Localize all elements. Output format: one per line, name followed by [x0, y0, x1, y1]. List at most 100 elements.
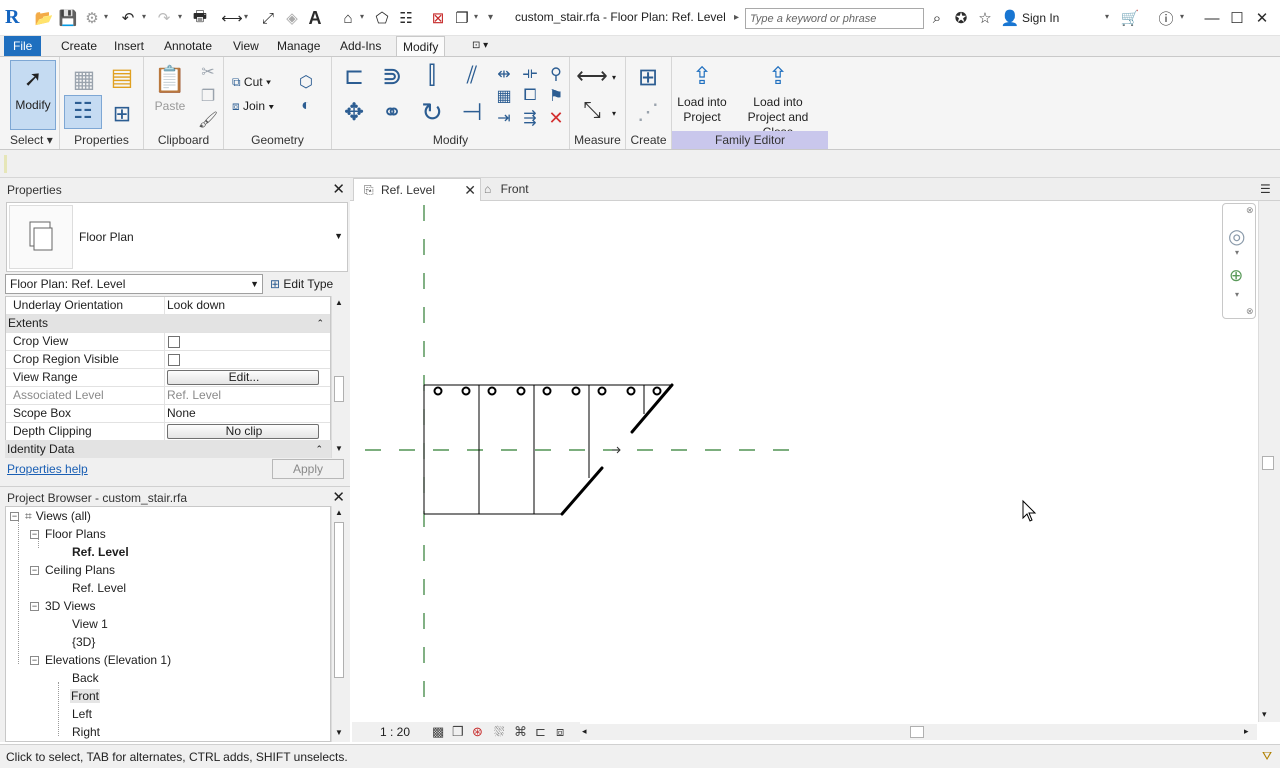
tab-create[interactable]: Create [55, 36, 103, 56]
view-instance-select[interactable]: Floor Plan: Ref. Level ▼ [5, 274, 263, 294]
mirror-axis-icon[interactable]: ⫿ [416, 61, 448, 91]
scroll-up-icon[interactable]: ▲ [335, 298, 343, 307]
close-icon[interactable]: ⊗ [1246, 205, 1254, 216]
copy-icon[interactable]: ❐ [196, 85, 220, 107]
copy-element-icon[interactable]: ⚭ [376, 97, 408, 127]
close-hidden-icon[interactable]: ⊠ [428, 8, 448, 28]
shadows-icon[interactable]: ⛆ [494, 724, 504, 740]
close-icon[interactable]: ✕ [1252, 8, 1272, 28]
scroll-down-icon[interactable]: ▾ [1262, 709, 1267, 720]
scroll-thumb[interactable] [910, 726, 924, 738]
align-icon[interactable]: ⊏ [338, 61, 370, 91]
canvas-vertical-scrollbar[interactable] [1258, 201, 1280, 722]
pin-icon[interactable]: ⚑ [544, 85, 568, 107]
collapse-icon[interactable]: − [10, 512, 19, 521]
scroll-thumb[interactable] [334, 522, 344, 678]
chevron-down-icon[interactable]: ▾ [1180, 12, 1184, 21]
unpin-icon[interactable]: ⚲ [544, 63, 568, 85]
collapse-icon[interactable]: ⌃ [316, 315, 324, 332]
collapse-icon[interactable]: − [30, 530, 39, 539]
chevron-down-icon[interactable]: ▾ [178, 12, 182, 21]
properties-button[interactable]: ☷ [64, 95, 102, 129]
chevron-down-icon[interactable]: ▾ [474, 12, 478, 21]
tag-icon[interactable]: ◈ [282, 8, 302, 28]
chevron-down-icon[interactable]: ▾ [142, 12, 146, 21]
redo-icon[interactable]: ↷ [154, 8, 174, 28]
chevron-down-icon[interactable]: ▾ [244, 12, 248, 21]
scroll-down-icon[interactable]: ▼ [335, 728, 343, 737]
drawing-canvas[interactable] [352, 201, 1259, 720]
prop-group-identity[interactable]: Identity Data ⌃ [5, 440, 331, 458]
thin-lines-icon[interactable]: ☷ [396, 8, 416, 28]
tree-node-back[interactable]: Back [72, 669, 99, 687]
chevron-down-icon[interactable]: ▾ [1105, 12, 1109, 21]
cart-icon[interactable]: 🛒 [1120, 8, 1140, 28]
sun-path-icon[interactable]: ⊛ [472, 724, 483, 740]
match-properties-icon[interactable]: 🖌 [196, 109, 220, 131]
move-icon[interactable]: ✥ [338, 97, 370, 127]
split-face-icon[interactable]: ◐ [294, 95, 318, 117]
close-icon[interactable]: ✕ [332, 179, 345, 201]
steering-wheel-icon[interactable]: ◎ [1228, 224, 1245, 249]
temp-hide-icon[interactable]: ⧈ [556, 724, 564, 740]
tree-node-ceiling-plan-ref-level[interactable]: Ref. Level [72, 579, 126, 597]
delete-icon[interactable]: ✕ [544, 107, 568, 129]
aligned-dimension-icon[interactable]: ⤢ [258, 8, 278, 28]
dimension-icon[interactable]: ⤡ [576, 97, 608, 122]
subscription-icon[interactable]: ✪ [951, 8, 971, 28]
array-icon[interactable]: ▦ [492, 85, 516, 107]
tree-node-elevations[interactable]: − Elevations (Elevation 1) [30, 651, 171, 669]
trim-single-icon[interactable]: ⇥ [492, 107, 516, 129]
collapse-icon[interactable]: − [30, 656, 39, 665]
apply-button[interactable]: Apply [272, 459, 344, 479]
undo-icon[interactable]: ↶ [118, 8, 138, 28]
view-range-edit-button[interactable]: Edit... [167, 370, 319, 385]
scroll-left-icon[interactable]: ◂ [582, 726, 587, 737]
tree-node-views[interactable]: − ⌗ Views (all) [10, 507, 91, 525]
open-icon[interactable]: 📂 [34, 8, 54, 28]
tab-modify[interactable]: Modify [396, 36, 446, 56]
scroll-down-icon[interactable]: ▼ [335, 444, 343, 453]
ribbon-toggle-icon[interactable]: ⊡ ▾ [466, 36, 494, 56]
switch-windows-icon[interactable]: ❐ [452, 8, 472, 28]
family-category-icon[interactable]: ▤ [106, 61, 138, 93]
tree-node-right[interactable]: Right [72, 723, 100, 741]
tree-node-view-1[interactable]: View 1 [72, 615, 108, 633]
chevron-down-icon[interactable]: ▼ [334, 231, 343, 241]
tab-manage[interactable]: Manage [271, 36, 326, 56]
prop-value[interactable]: Look down [164, 297, 318, 315]
save-icon[interactable]: 💾 [58, 8, 78, 28]
scroll-up-icon[interactable]: ▲ [335, 508, 343, 517]
properties-scrollbar[interactable]: ▲ ▼ [331, 296, 346, 458]
tab-add-ins[interactable]: Add-Ins [334, 36, 387, 56]
settings-icon[interactable]: ⊗ [1246, 306, 1254, 317]
chevron-right-icon[interactable]: ▸ [734, 12, 739, 23]
measure-icon[interactable]: ⟷ [221, 8, 243, 28]
maximize-icon[interactable]: ☐ [1227, 8, 1247, 28]
join-button[interactable]: ⧈ Join ▾ [232, 99, 274, 114]
tab-view[interactable]: View [227, 36, 265, 56]
collapse-icon[interactable]: − [30, 566, 39, 575]
type-properties-icon[interactable]: ⊞ [106, 99, 138, 129]
select-dropdown[interactable]: Select ▾ [0, 131, 59, 149]
mirror-draw-icon[interactable]: ⫽ [456, 61, 488, 91]
collapse-icon[interactable]: − [30, 602, 39, 611]
filter-icon[interactable]: ⛛ [1262, 749, 1272, 764]
sign-in-link[interactable]: Sign In [1022, 11, 1059, 25]
tree-node-3d[interactable]: {3D} [72, 633, 95, 651]
close-icon[interactable]: ✕ [464, 179, 476, 202]
type-selector[interactable]: Floor Plan ▼ [6, 202, 348, 272]
tab-insert[interactable]: Insert [108, 36, 150, 56]
cut-scissors-icon[interactable]: ✂ [196, 61, 220, 83]
tab-file[interactable]: File [4, 36, 42, 56]
split-element-icon[interactable]: ⇹ [492, 63, 516, 85]
app-logo-icon[interactable]: R [5, 6, 27, 30]
offset-icon[interactable]: ⋑ [376, 61, 408, 91]
browser-scrollbar[interactable]: ▲ ▼ [331, 506, 346, 742]
chevron-down-icon[interactable]: ▾ [612, 73, 616, 82]
chevron-down-icon[interactable]: ▾ [612, 109, 616, 118]
edit-type-button[interactable]: ⊞ Edit Type [270, 274, 333, 294]
user-icon[interactable]: 👤 [1000, 8, 1020, 28]
modify-button[interactable]: ➚ Modify [10, 60, 56, 130]
scroll-right-icon[interactable]: ▸ [1244, 726, 1249, 737]
